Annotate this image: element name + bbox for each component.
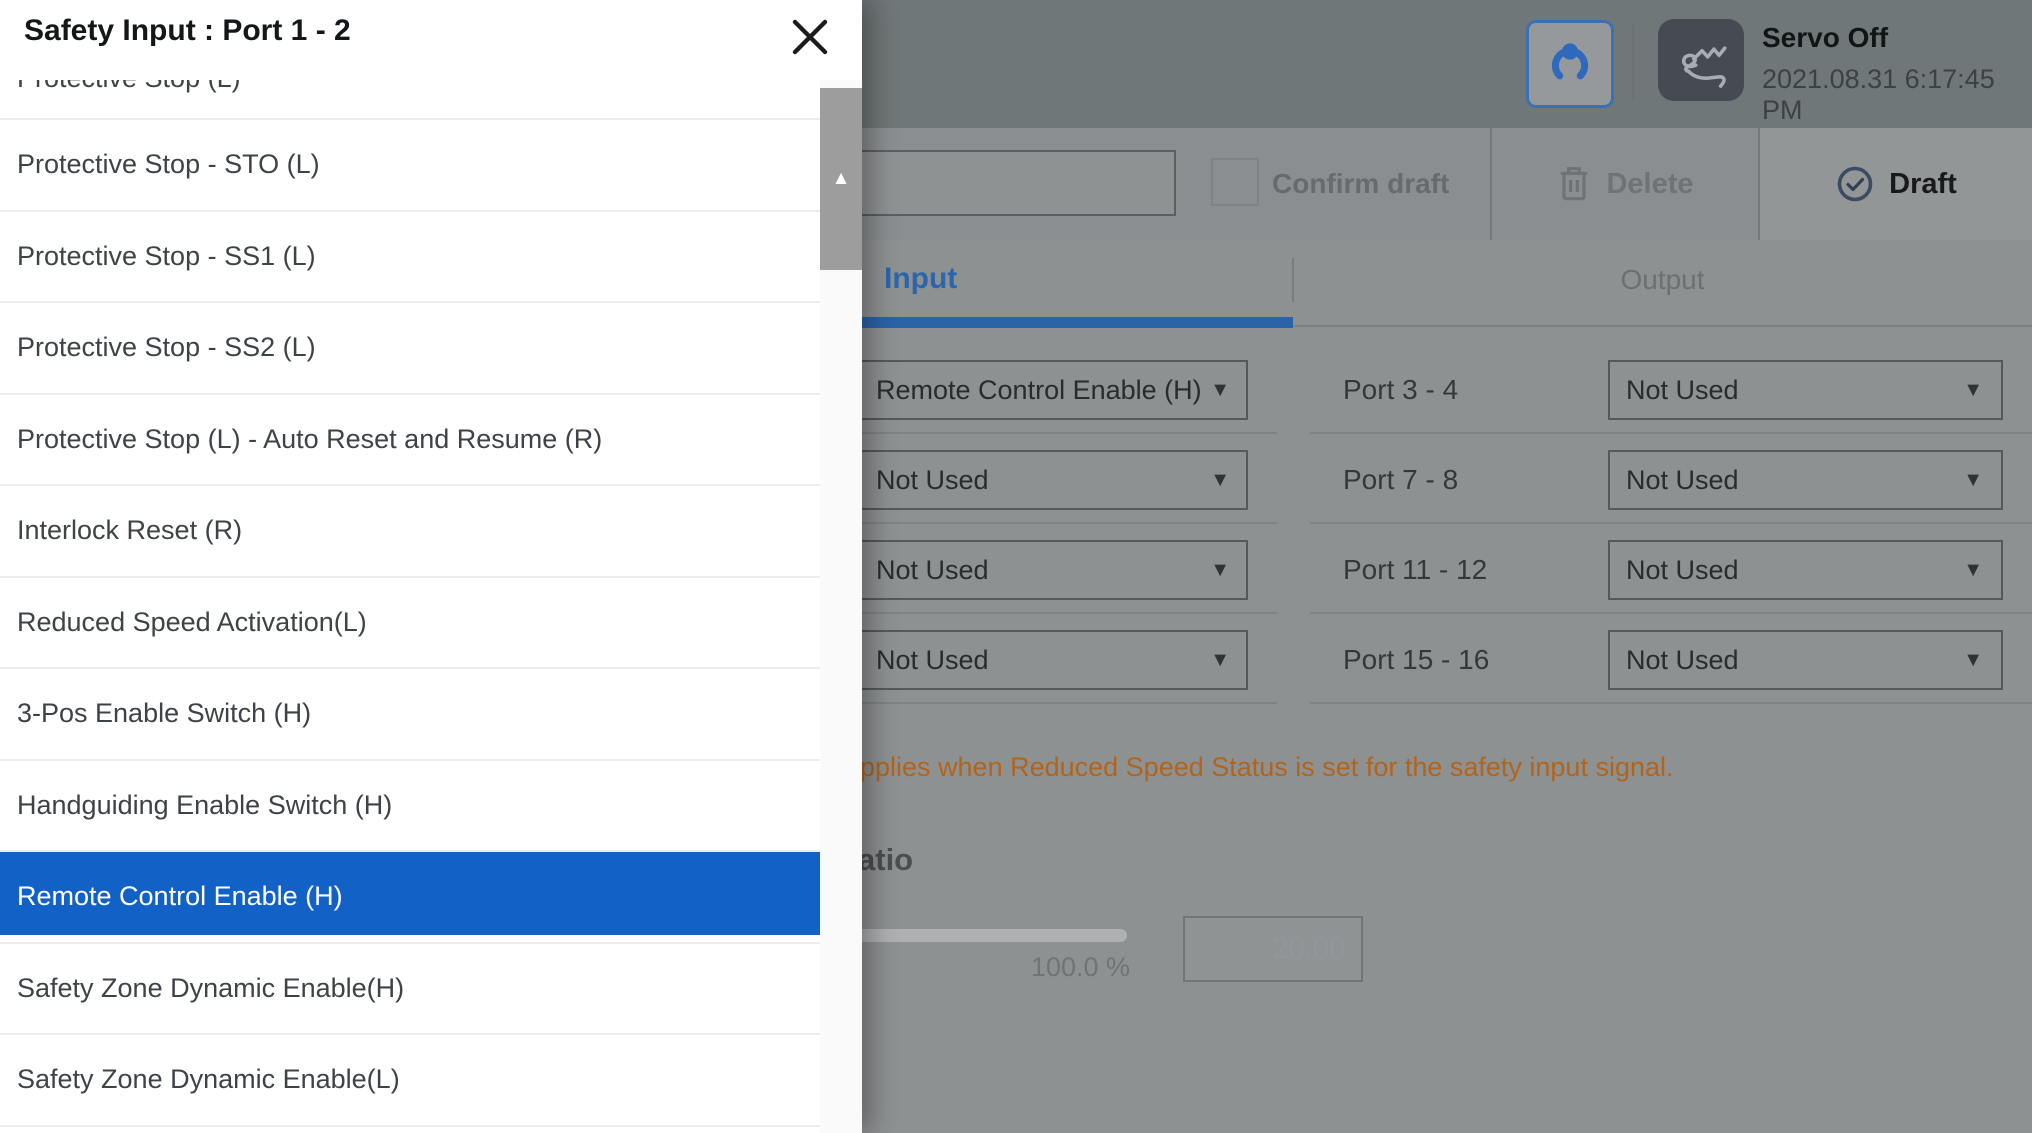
slider-max-label: 100.0 % — [945, 952, 1130, 983]
port-9-10-select[interactable]: Not Used ▼ — [840, 540, 1248, 600]
active-tab-underline — [845, 317, 1293, 328]
circle-check-icon — [1835, 164, 1875, 204]
tab-input[interactable]: Input — [884, 262, 957, 296]
list-item[interactable]: Protective Stop - SS1 (L) — [0, 212, 820, 304]
port-5-6-select[interactable]: Not Used ▼ — [840, 450, 1248, 510]
reduced-speed-ratio-heading: atio — [858, 842, 913, 878]
list-item[interactable]: Protective Stop - SS2 (L) — [0, 303, 820, 395]
list-item[interactable]: Handguiding Enable Switch (H) — [0, 761, 820, 853]
header-divider — [1632, 24, 1634, 100]
list-item[interactable]: Safety Zone Dynamic Enable(L) — [0, 1035, 820, 1127]
servo-status-text: Servo Off — [1762, 22, 1888, 54]
speed-ratio-input[interactable]: 20.00 — [1183, 916, 1363, 982]
confirm-draft-label: Confirm draft — [1272, 128, 1449, 240]
io-row: Not Used ▼ Port 15 - 16 Not Used ▼ — [840, 630, 2032, 690]
port-7-8-select[interactable]: Not Used ▼ — [1608, 450, 2003, 510]
modal-title: Safety Input : Port 1 - 2 — [24, 14, 351, 48]
port-11-12-select[interactable]: Not Used ▼ — [1608, 540, 2003, 600]
scrollbar-thumb[interactable]: ▲ — [820, 88, 862, 270]
chevron-down-icon: ▼ — [1963, 649, 1983, 672]
screen: Servo Off 2021.08.31 6:17:45 PM Confirm … — [0, 0, 2032, 1133]
io-row: Remote Control Enable (H) ▼ Port 3 - 4 N… — [840, 360, 2032, 420]
chevron-down-icon: ▼ — [1210, 379, 1230, 402]
speed-ratio-slider[interactable] — [845, 929, 1127, 942]
io-row: Not Used ▼ Port 7 - 8 Not Used ▼ — [840, 450, 2032, 510]
port-label: Port 7 - 8 — [1343, 450, 1458, 510]
port-1-2-select[interactable]: Remote Control Enable (H) ▼ — [840, 360, 1248, 420]
safety-signal-list: Protective Stop (L) Protective Stop - ST… — [0, 80, 820, 1133]
gripper-button[interactable] — [1526, 20, 1614, 108]
port-13-14-select[interactable]: Not Used ▼ — [840, 630, 1248, 690]
chevron-down-icon: ▼ — [1210, 559, 1230, 582]
port-label: Port 11 - 12 — [1343, 540, 1487, 600]
list-item[interactable]: Protective Stop - STO (L) — [0, 120, 820, 212]
chevron-down-icon: ▼ — [1963, 379, 1983, 402]
io-row: Not Used ▼ Port 11 - 12 Not Used ▼ — [840, 540, 2032, 600]
list-item[interactable]: Interlock Reset (R) — [0, 486, 820, 578]
status-timestamp: 2021.08.31 6:17:45 PM — [1762, 64, 2032, 126]
trash-icon — [1556, 164, 1592, 204]
close-icon[interactable] — [784, 11, 836, 63]
scrollbar[interactable]: ▲ — [820, 80, 862, 1133]
chevron-down-icon: ▼ — [1963, 469, 1983, 492]
chevron-down-icon: ▼ — [1210, 649, 1230, 672]
reduced-speed-notice: pplies when Reduced Speed Status is set … — [860, 752, 1674, 783]
name-input[interactable] — [840, 150, 1176, 216]
safety-input-modal: Safety Input : Port 1 - 2 Protective Sto… — [0, 0, 862, 1133]
chevron-down-icon: ▼ — [1210, 469, 1230, 492]
list-item[interactable]: Protective Stop (L) - Auto Reset and Res… — [0, 395, 820, 487]
port-label: Port 15 - 16 — [1343, 630, 1489, 690]
list-item-clipped[interactable]: Protective Stop (L) — [0, 80, 820, 120]
servo-status-chip[interactable] — [1658, 19, 1744, 101]
list-item[interactable]: Reduced Speed Activation(L) — [0, 578, 820, 670]
chevron-down-icon: ▼ — [1963, 559, 1983, 582]
gripper-icon — [1544, 38, 1596, 90]
port-15-16-select[interactable]: Not Used ▼ — [1608, 630, 2003, 690]
delete-label: Delete — [1606, 168, 1693, 201]
tabs-baseline — [1293, 325, 2032, 327]
port-3-4-select[interactable]: Not Used ▼ — [1608, 360, 2003, 420]
list-item[interactable]: 3-Pos Enable Switch (H) — [0, 669, 820, 761]
hand-guiding-icon — [1670, 31, 1732, 89]
confirm-draft-checkbox[interactable] — [1211, 158, 1259, 206]
delete-button[interactable]: Delete — [1492, 128, 1758, 240]
list-item-selected[interactable]: Remote Control Enable (H) — [0, 852, 820, 944]
draft-label: Draft — [1889, 168, 1957, 201]
draft-button[interactable]: Draft — [1760, 128, 2032, 240]
list-item[interactable]: Safety Zone Dynamic Enable(H) — [0, 944, 820, 1036]
tab-output[interactable]: Output — [1293, 264, 2032, 296]
scroll-up-arrow-icon: ▲ — [832, 168, 851, 190]
port-label: Port 3 - 4 — [1343, 360, 1458, 420]
